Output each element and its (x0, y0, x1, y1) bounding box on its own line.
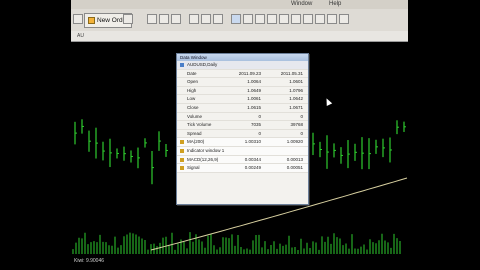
data-window-row: Open 1.0064 1.0601 (177, 78, 308, 87)
data-window-rows: Date 2011.09.23 2011.05.31 Open 1.0064 1.0601… (177, 70, 308, 173)
data-window-value: 1.00310 (244, 139, 261, 145)
data-window-value: 1.0615 (247, 104, 261, 110)
fibonacci-button[interactable] (303, 14, 313, 24)
bar-chart-button[interactable] (147, 14, 157, 24)
horizontal-line-button[interactable] (267, 14, 277, 24)
data-window-row: High 1.0649 1.0796 (177, 87, 308, 96)
text-tool-button[interactable] (315, 14, 325, 24)
data-window-row: Signal 0.00249 0.00051 (177, 164, 308, 173)
data-window-row: Spread 0 0 (177, 130, 308, 139)
data-window-value: 0 (258, 130, 261, 136)
terminal-window: Window Help New Order AU Kiwi: 9.90046 D… (71, 0, 408, 270)
data-window-value: 1.0601 (289, 79, 303, 85)
indicator-icon (180, 140, 184, 145)
data-window-label: High (187, 87, 197, 93)
zoom-in-button[interactable] (189, 14, 199, 24)
expert-advisors-button[interactable] (123, 14, 133, 24)
line-chart-button[interactable] (171, 14, 181, 24)
indicator-icon (180, 157, 184, 162)
data-window-label: Close (187, 104, 199, 110)
data-window-value: 1.00920 (286, 139, 303, 145)
symbol-label: AUDUSD,Daily (187, 62, 218, 67)
data-window-value: 1.0671 (289, 104, 303, 110)
data-window-label: MA(200) (187, 139, 205, 145)
vertical-line-button[interactable] (255, 14, 265, 24)
data-window-label: Volume (187, 113, 203, 119)
candle-chart-button[interactable] (159, 14, 169, 24)
zoom-out-button[interactable] (201, 14, 211, 24)
tab-chart[interactable]: AU (77, 33, 84, 39)
data-window-value: 1.0061 (247, 96, 261, 102)
data-window-label: Indicator window 1 (187, 147, 225, 153)
data-window-value: 1.0649 (247, 87, 261, 93)
data-window-row: MACD(12,26,9) 0.00344 0.00013 (177, 155, 308, 165)
data-window-row: Low 1.0061 1.0642 (177, 95, 308, 104)
data-window-value: 0.00249 (244, 165, 261, 171)
data-window-label: Tick Volume (187, 122, 212, 128)
data-window-value: 2011.09.23 (238, 70, 261, 76)
data-window-value: 0.00013 (286, 156, 303, 162)
data-window-row: Volume 0 0 (177, 113, 308, 122)
data-window-row: Date 2011.09.23 2011.05.31 (177, 70, 308, 79)
data-window-value: 0 (258, 113, 261, 119)
data-window-value: 1.0064 (247, 79, 261, 85)
data-window-label: Date (187, 70, 197, 76)
data-window-value: 39768 (290, 122, 303, 128)
new-chart-button[interactable] (73, 14, 83, 24)
data-window-value: 1.0642 (289, 96, 303, 102)
symbol-icon (180, 63, 184, 67)
data-window-label: Signal (187, 165, 200, 171)
data-window-label: Spread (187, 130, 202, 136)
cursor-tool-button[interactable] (231, 14, 241, 24)
data-window-value: 0 (300, 113, 303, 119)
menu-help[interactable]: Help (329, 1, 341, 7)
menu-window[interactable]: Window (291, 1, 312, 7)
data-window-title[interactable]: Data Window (177, 54, 308, 61)
data-window-value: 2011.05.31 (280, 70, 303, 76)
arrows-tool-button[interactable] (339, 14, 349, 24)
chart-tabs: AU (71, 31, 408, 42)
data-window-row: Tick Volume 7035 39768 (177, 121, 308, 130)
menu-bar: Window Help (71, 0, 408, 9)
data-window-row: MA(200) 1.00310 1.00920 (177, 138, 308, 147)
data-window[interactable]: Data Window AUDUSD,Daily Date 2011.09.23 2… (176, 53, 309, 205)
toolbar: New Order (71, 9, 408, 32)
trendline-button[interactable] (279, 14, 289, 24)
data-window-label: MACD(12,26,9) (187, 156, 219, 162)
tile-windows-button[interactable] (213, 14, 223, 24)
data-window-value: 0.00051 (286, 165, 303, 171)
new-order-icon (88, 17, 95, 24)
data-window-row: Indicator window 1 (177, 146, 308, 156)
status-bar: Kiwi: 9.90046 (74, 258, 105, 264)
indicator-icon (180, 148, 184, 153)
data-window-value: 0 (300, 130, 303, 136)
indicator-icon (180, 166, 184, 171)
crosshair-tool-button[interactable] (243, 14, 253, 24)
data-window-value: 0.00344 (244, 156, 261, 162)
channel-button[interactable] (291, 14, 301, 24)
label-tool-button[interactable] (327, 14, 337, 24)
data-window-row: Close 1.0615 1.0671 (177, 104, 308, 113)
data-window-symbol-row: AUDUSD,Daily (177, 61, 308, 70)
data-window-value: 1.0796 (289, 87, 303, 93)
data-window-label: Open (187, 79, 199, 85)
data-window-label: Low (187, 96, 196, 102)
data-window-value: 7035 (250, 122, 261, 128)
